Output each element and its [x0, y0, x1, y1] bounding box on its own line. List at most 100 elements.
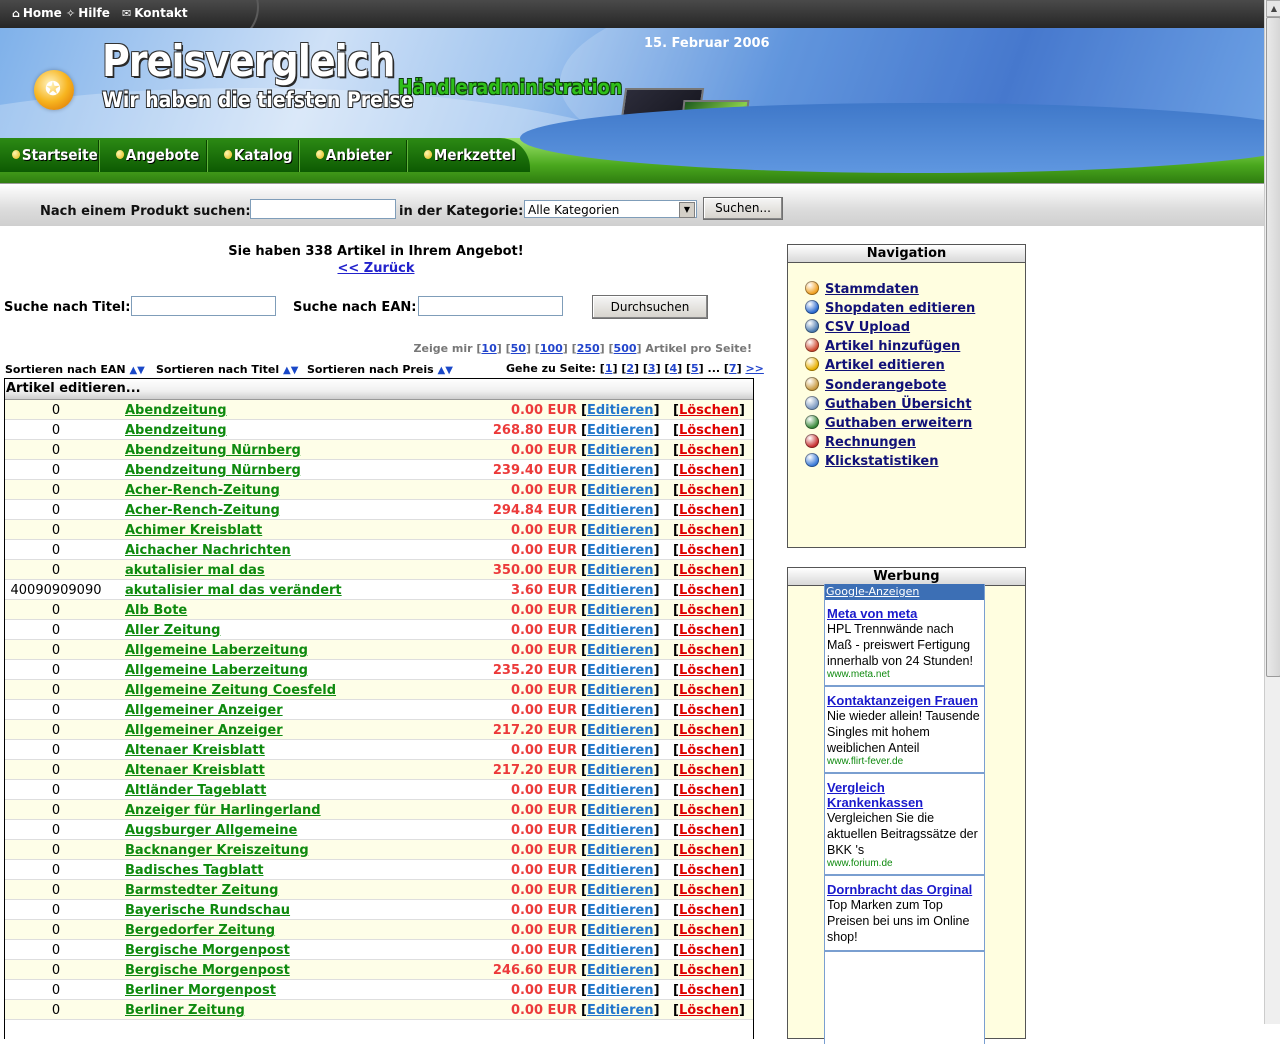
- delete-link[interactable]: Löschen: [679, 1003, 739, 1018]
- page-link-5[interactable]: 5: [691, 362, 699, 375]
- article-title-link[interactable]: akutalisier mal das verändert: [125, 583, 342, 598]
- article-title-link[interactable]: Augsburger Allgemeine: [125, 823, 297, 838]
- page-link-2[interactable]: 2: [626, 362, 634, 375]
- page-link-3[interactable]: 3: [648, 362, 656, 375]
- delete-link[interactable]: Löschen: [679, 523, 739, 538]
- ad-url[interactable]: www.flirt-fever.de: [827, 756, 982, 767]
- sort-ascending-icon[interactable]: ▲: [129, 365, 137, 376]
- article-title-link[interactable]: Anzeiger für Harlingerland: [125, 803, 321, 818]
- sidebar-item-shopdaten-editieren[interactable]: Shopdaten editieren: [805, 300, 975, 316]
- sort-ascending-icon[interactable]: ▲: [283, 365, 291, 376]
- ean-search-input[interactable]: [418, 296, 563, 316]
- article-title-link[interactable]: Alb Bote: [125, 603, 187, 618]
- sidebar-item-rechnungen[interactable]: Rechnungen: [805, 433, 916, 450]
- vertical-scrollbar[interactable]: ▲: [1264, 0, 1280, 1024]
- title-search-input[interactable]: [131, 296, 276, 316]
- article-title-link[interactable]: Bayerische Rundschau: [125, 903, 290, 918]
- article-title-link[interactable]: Badisches Tagblatt: [125, 863, 263, 878]
- delete-link[interactable]: Löschen: [679, 963, 739, 978]
- delete-link[interactable]: Löschen: [679, 703, 739, 718]
- edit-link[interactable]: Editieren: [587, 883, 654, 898]
- article-title-link[interactable]: Abendzeitung Nürnberg: [125, 443, 301, 458]
- delete-link[interactable]: Löschen: [679, 743, 739, 758]
- delete-link[interactable]: Löschen: [679, 763, 739, 778]
- edit-link[interactable]: Editieren: [587, 1003, 654, 1018]
- scroll-up-icon[interactable]: ▲: [1266, 0, 1280, 17]
- edit-link[interactable]: Editieren: [587, 783, 654, 798]
- article-title-link[interactable]: Achimer Kreisblatt: [125, 523, 262, 538]
- edit-link[interactable]: Editieren: [587, 643, 654, 658]
- delete-link[interactable]: Löschen: [679, 983, 739, 998]
- scrollbar-thumb[interactable]: [1266, 17, 1280, 677]
- delete-link[interactable]: Löschen: [679, 603, 739, 618]
- article-title-link[interactable]: Berliner Zeitung: [125, 1003, 245, 1018]
- article-title-link[interactable]: Aller Zeitung: [125, 623, 220, 638]
- delete-link[interactable]: Löschen: [679, 403, 739, 418]
- delete-link[interactable]: Löschen: [679, 483, 739, 498]
- edit-link[interactable]: Editieren: [587, 803, 654, 818]
- edit-link[interactable]: Editieren: [587, 683, 654, 698]
- delete-link[interactable]: Löschen: [679, 503, 739, 518]
- page-link-1[interactable]: 1: [605, 362, 613, 375]
- search-button[interactable]: Suchen...: [703, 197, 783, 220]
- per-page-100[interactable]: 100: [540, 342, 563, 355]
- per-page-250[interactable]: 250: [577, 342, 600, 355]
- ad-url[interactable]: www.forium.de: [827, 858, 982, 869]
- article-title-link[interactable]: Altländer Tageblatt: [125, 783, 266, 798]
- sidebar-item-artikel-editieren[interactable]: Artikel editieren: [805, 357, 945, 373]
- edit-link[interactable]: Editieren: [587, 983, 654, 998]
- article-title-link[interactable]: Abendzeitung Nürnberg: [125, 463, 301, 478]
- sidebar-item-guthaben-übersicht[interactable]: Guthaben Übersicht: [805, 395, 972, 412]
- article-title-link[interactable]: akutalisier mal das: [125, 563, 265, 578]
- page-link-last[interactable]: 7: [729, 362, 737, 375]
- article-title-link[interactable]: Abendzeitung: [125, 403, 227, 418]
- topbar-contact-link[interactable]: ✉ Kontakt: [122, 6, 188, 20]
- edit-link[interactable]: Editieren: [587, 763, 654, 778]
- delete-link[interactable]: Löschen: [679, 943, 739, 958]
- edit-link[interactable]: Editieren: [587, 723, 654, 738]
- delete-link[interactable]: Löschen: [679, 723, 739, 738]
- category-select[interactable]: Alle Kategorien ▼: [524, 200, 697, 218]
- nav-anbieter[interactable]: Anbieter: [316, 146, 392, 164]
- sort-descending-icon[interactable]: ▼: [137, 365, 145, 376]
- page-next-link[interactable]: >>: [745, 362, 763, 375]
- per-page-500[interactable]: 500: [614, 342, 637, 355]
- per-page-10[interactable]: 10: [481, 342, 496, 355]
- delete-link[interactable]: Löschen: [679, 683, 739, 698]
- article-title-link[interactable]: Bergische Morgenpost: [125, 963, 290, 978]
- ad-title-link[interactable]: Dornbracht das Orginal: [827, 882, 982, 897]
- article-title-link[interactable]: Backnanger Kreiszeitung: [125, 843, 309, 858]
- delete-link[interactable]: Löschen: [679, 583, 739, 598]
- edit-link[interactable]: Editieren: [587, 703, 654, 718]
- ad-title-link[interactable]: Kontaktanzeigen Frauen: [827, 693, 982, 708]
- article-title-link[interactable]: Bergedorfer Zeitung: [125, 923, 275, 938]
- product-search-input[interactable]: [250, 199, 396, 219]
- edit-link[interactable]: Editieren: [587, 423, 654, 438]
- delete-link[interactable]: Löschen: [679, 643, 739, 658]
- article-title-link[interactable]: Acher-Rench-Zeitung: [125, 503, 280, 518]
- edit-link[interactable]: Editieren: [587, 603, 654, 618]
- sidebar-item-artikel-hinzufügen[interactable]: Artikel hinzufügen: [805, 338, 960, 354]
- edit-link[interactable]: Editieren: [587, 963, 654, 978]
- nav-angebote[interactable]: Angebote: [116, 146, 199, 164]
- edit-link[interactable]: Editieren: [587, 823, 654, 838]
- edit-link[interactable]: Editieren: [587, 523, 654, 538]
- per-page-50[interactable]: 50: [511, 342, 526, 355]
- nav-katalog[interactable]: Katalog: [224, 146, 293, 164]
- ad-url[interactable]: www.meta.net: [827, 669, 982, 680]
- edit-link[interactable]: Editieren: [587, 663, 654, 678]
- sidebar-item-stammdaten[interactable]: Stammdaten: [805, 281, 919, 297]
- edit-link[interactable]: Editieren: [587, 903, 654, 918]
- delete-link[interactable]: Löschen: [679, 443, 739, 458]
- delete-link[interactable]: Löschen: [679, 783, 739, 798]
- edit-link[interactable]: Editieren: [587, 543, 654, 558]
- ad-title-link[interactable]: Meta von meta: [827, 606, 982, 621]
- article-title-link[interactable]: Allgemeine Zeitung Coesfeld: [125, 683, 336, 698]
- nav-startseite[interactable]: Startseite: [12, 146, 98, 164]
- delete-link[interactable]: Löschen: [679, 423, 739, 438]
- delete-link[interactable]: Löschen: [679, 903, 739, 918]
- edit-link[interactable]: Editieren: [587, 943, 654, 958]
- article-title-link[interactable]: Allgemeine Laberzeitung: [125, 663, 308, 678]
- edit-link[interactable]: Editieren: [587, 743, 654, 758]
- delete-link[interactable]: Löschen: [679, 823, 739, 838]
